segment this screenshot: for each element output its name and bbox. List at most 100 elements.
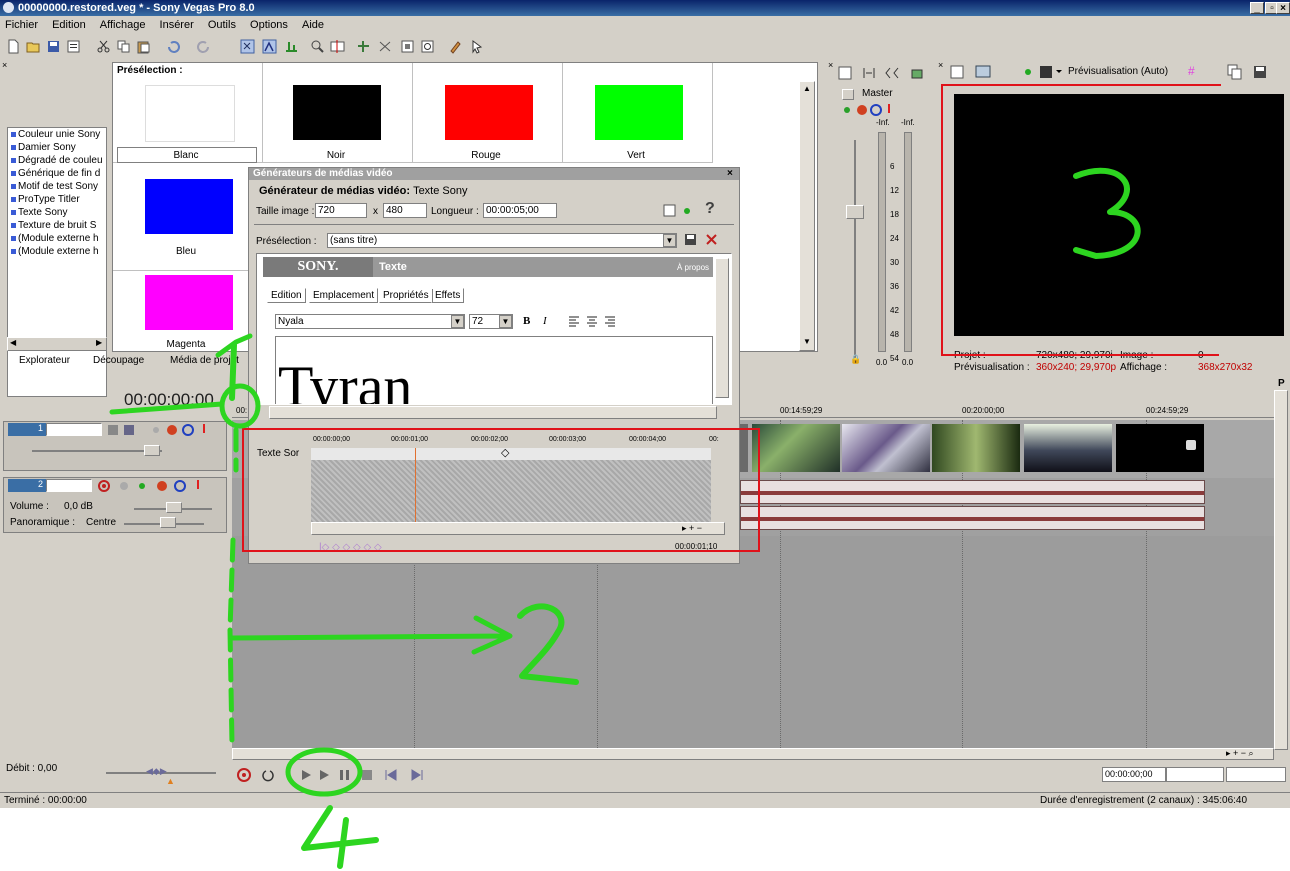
- preset-rouge[interactable]: Rouge: [413, 63, 563, 163]
- transport-time[interactable]: 00:00:00;00: [1102, 767, 1166, 782]
- tab-emplacement[interactable]: Emplacement: [309, 288, 379, 303]
- envelope-tool-icon[interactable]: [262, 39, 277, 54]
- preview-quality-dropdown[interactable]: Prévisualisation (Auto): [1068, 66, 1168, 77]
- menu-affichage[interactable]: Affichage: [100, 19, 146, 31]
- chevron-down-icon[interactable]: ▼: [499, 315, 512, 328]
- paste-icon[interactable]: [136, 39, 151, 54]
- tab-proprietes[interactable]: Propriétés: [379, 288, 433, 303]
- length-input[interactable]: 00:00:05;00: [483, 203, 557, 218]
- preset-blanc[interactable]: Blanc: [113, 63, 263, 163]
- panel-close-icon[interactable]: ×: [938, 60, 943, 70]
- marker-p-icon[interactable]: P: [1278, 378, 1285, 389]
- menu-options[interactable]: Options: [250, 19, 288, 31]
- dialog-hscroll[interactable]: [269, 406, 717, 419]
- frame-width-input[interactable]: 720: [315, 203, 367, 218]
- ignore-grouping-icon[interactable]: [420, 39, 435, 54]
- generator-list-scrollbar[interactable]: ◀ ▶: [7, 337, 107, 351]
- panel-close-icon[interactable]: ×: [828, 60, 833, 70]
- font-dropdown[interactable]: Nyala: [275, 314, 465, 329]
- chevron-down-icon[interactable]: ▼: [451, 315, 464, 328]
- auto-crossfade-icon[interactable]: [378, 39, 393, 54]
- menu-edition[interactable]: Edition: [52, 19, 86, 31]
- menu-outils[interactable]: Outils: [208, 19, 236, 31]
- preset-dropdown[interactable]: (sans titre): [327, 233, 677, 248]
- preset-save-delete-icons[interactable]: [683, 232, 723, 248]
- preset-noir[interactable]: Noir: [263, 63, 413, 163]
- generator-item[interactable]: Générique de fin d: [8, 167, 106, 180]
- text-edit-area[interactable]: Tyran: [275, 336, 713, 404]
- clip-fx-icon[interactable]: [1186, 440, 1196, 450]
- copy-snapshot-icons[interactable]: [1226, 64, 1274, 80]
- new-file-icon[interactable]: [6, 39, 21, 54]
- selection-tool-icon[interactable]: [284, 39, 299, 54]
- italic-button[interactable]: I: [543, 315, 547, 327]
- tab-explorateur[interactable]: Explorateur: [19, 355, 70, 366]
- lock-icon[interactable]: 🔒: [850, 354, 861, 365]
- dialog-options-icons[interactable]: [663, 203, 695, 219]
- undo-icon[interactable]: [166, 39, 181, 54]
- scroll-left-icon[interactable]: ◀: [10, 338, 16, 347]
- fx-icon[interactable]: [448, 39, 463, 54]
- scroll-right-icon[interactable]: ▶: [96, 338, 102, 347]
- video-track-icons[interactable]: [106, 423, 222, 437]
- scroll-down-icon[interactable]: ▼: [803, 337, 811, 346]
- copy-icon[interactable]: [116, 39, 131, 54]
- mixer-toolbar-icons[interactable]: [838, 66, 928, 80]
- tab-media-projet[interactable]: Média de projet: [170, 355, 239, 366]
- selection-length-field[interactable]: [1226, 767, 1286, 782]
- normal-edit-tool-icon[interactable]: [240, 39, 255, 54]
- close-button[interactable]: ×: [1276, 2, 1290, 14]
- master-fx-icons[interactable]: [840, 103, 900, 117]
- align-icons[interactable]: [567, 315, 623, 327]
- bold-button[interactable]: B: [523, 315, 530, 327]
- plugin-vscroll[interactable]: [715, 258, 729, 398]
- grid-overlay-icon[interactable]: #: [1188, 64, 1195, 78]
- about-link[interactable]: À propos: [677, 263, 709, 272]
- tab-edition[interactable]: Edition: [267, 288, 306, 303]
- open-folder-icon[interactable]: [26, 39, 41, 54]
- redo-icon[interactable]: [196, 39, 211, 54]
- generator-item[interactable]: Texte Sony: [8, 206, 106, 219]
- video-clip-thumbnail[interactable]: [1024, 424, 1112, 472]
- audio-clip-left[interactable]: [740, 480, 1205, 504]
- cut-icon[interactable]: [96, 39, 111, 54]
- selection-start-field[interactable]: [1166, 767, 1224, 782]
- rate-slider[interactable]: ◀◆▶: [146, 766, 167, 777]
- generator-item[interactable]: Motif de test Sony: [8, 180, 106, 193]
- panel-close-icon[interactable]: ×: [2, 60, 7, 70]
- timeline-zoom-controls[interactable]: ▸ + − ⌕: [1226, 748, 1254, 759]
- tab-effets[interactable]: Effets: [431, 288, 465, 303]
- video-track-header[interactable]: 1: [3, 421, 227, 471]
- video-clip-thumbnail[interactable]: [842, 424, 930, 472]
- generator-item[interactable]: Damier Sony: [8, 141, 106, 154]
- master-fader-knob[interactable]: [846, 205, 864, 219]
- composite-level-slider[interactable]: [144, 445, 160, 456]
- help-button[interactable]: ?: [705, 200, 715, 218]
- menu-aide[interactable]: Aide: [302, 19, 324, 31]
- tab-decoupage[interactable]: Découpage: [93, 355, 144, 366]
- generator-item[interactable]: ProType Titler: [8, 193, 106, 206]
- menu-inserer[interactable]: Insérer: [160, 19, 194, 31]
- pan-slider[interactable]: [160, 517, 176, 528]
- properties-icon[interactable]: [66, 39, 81, 54]
- chevron-down-icon[interactable]: ▼: [663, 234, 676, 247]
- audio-track-icons[interactable]: [94, 479, 222, 493]
- dialog-close-icon[interactable]: ×: [727, 168, 733, 180]
- timeline-vscroll[interactable]: [1274, 390, 1288, 750]
- snap-icon[interactable]: [356, 39, 371, 54]
- generator-item[interactable]: (Module externe h: [8, 245, 106, 258]
- minimize-button[interactable]: _: [1250, 2, 1264, 14]
- preset-magenta[interactable]: Magenta: [113, 271, 263, 351]
- generator-item[interactable]: Texture de bruit S: [8, 219, 106, 232]
- timeline-hscroll[interactable]: [232, 748, 1274, 760]
- generator-item[interactable]: Dégradé de couleu: [8, 154, 106, 167]
- track-name-field[interactable]: [46, 479, 92, 492]
- audio-track-header[interactable]: 2 Volume : 0,0 dB Panoramique : Centre: [3, 477, 227, 533]
- track-name-field[interactable]: [46, 423, 102, 436]
- lock-envelopes-icon[interactable]: [400, 39, 415, 54]
- video-clip-thumbnail[interactable]: [752, 424, 840, 472]
- zoom-tool-icon[interactable]: [310, 39, 325, 54]
- frame-height-input[interactable]: 480: [383, 203, 427, 218]
- split-icon[interactable]: [330, 39, 345, 54]
- save-icon[interactable]: [46, 39, 61, 54]
